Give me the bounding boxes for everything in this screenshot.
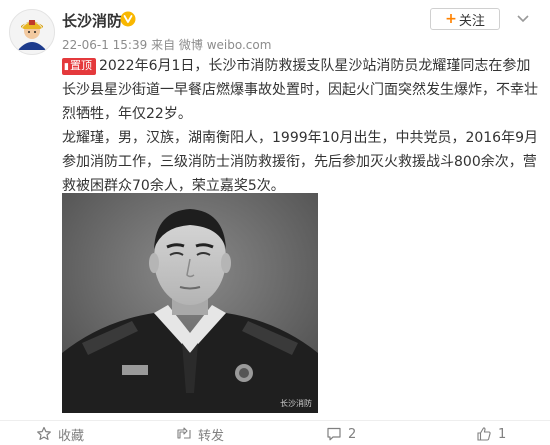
follow-label: 关注 [458,13,485,29]
repost-label: 转发 [198,428,225,444]
post-meta: 22-06-1 15:39 来自 微博 weibo.com [62,36,271,53]
post-paragraph-2: 龙耀瑾，男，汉族，湖南衡阳人，1999年10月出生，中共党员，2016年9月参加… [62,130,538,194]
portrait-image [62,193,318,413]
comment-button[interactable]: 2 [326,426,356,442]
account-name[interactable]: 长沙消防 [62,10,122,31]
firefighter-avatar-icon [10,10,54,54]
favorite-button[interactable]: 收藏 [36,426,85,444]
pinned-label: 置顶 [69,59,92,72]
post-body: ▮置顶 2022年6月1日，长沙市消防救援支队星沙站消防员龙耀瑾同志在参加长沙县星… [62,54,542,198]
like-count: 1 [498,426,507,442]
avatar[interactable] [9,9,55,55]
favorite-label: 收藏 [58,428,85,444]
action-bar-divider [0,420,550,421]
follow-button[interactable]: + 关注 [430,8,500,30]
thumbs-up-icon [477,427,491,441]
photo-watermark: 长沙消防 [280,399,312,408]
post-text-1: 2022年6月1日，长沙市消防救援支队星沙站消防员龙耀瑾同志在参加长沙县星沙街道… [62,58,538,122]
more-options-button[interactable] [512,10,534,28]
pin-icon: ▮ [64,62,69,72]
repost-button[interactable]: 转发 [176,426,225,444]
verified-badge-icon [120,11,136,27]
repost-icon [177,427,191,439]
post-source: 来自 微博 weibo.com [151,38,272,52]
pinned-badge: ▮置顶 [62,58,96,75]
post-paragraph-1: ▮置顶 2022年6月1日，长沙市消防救援支队星沙站消防员龙耀瑾同志在参加长沙县星… [62,54,542,126]
star-icon [37,426,51,440]
comment-count: 2 [348,426,357,442]
chevron-down-icon [517,15,529,23]
like-button[interactable]: 1 [476,426,506,442]
post-photo[interactable]: 长沙消防 [62,193,318,413]
comment-icon [327,427,341,441]
post-time[interactable]: 22-06-1 15:39 [62,38,147,52]
plus-icon: + [445,11,457,27]
